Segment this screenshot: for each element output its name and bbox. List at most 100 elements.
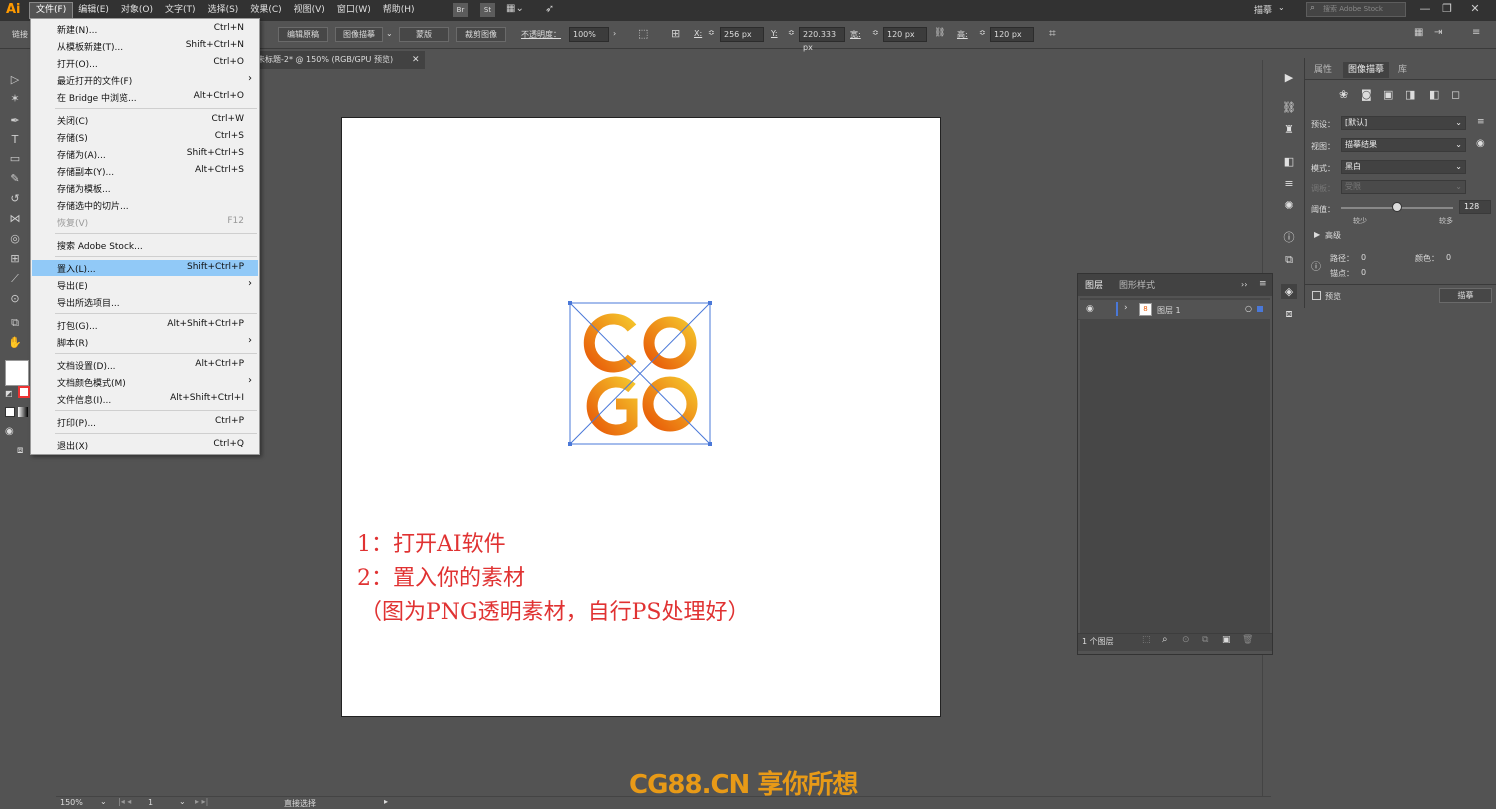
align-panel-icon[interactable]: ≡ [1281,176,1297,191]
chevron-down-icon[interactable]: ⌄ [386,29,393,38]
chevron-down-icon[interactable]: ⌄ [1278,3,1285,12]
low-color-icon[interactable]: ▣ [1383,88,1393,101]
file-menu-item[interactable]: 存储选中的切片... [32,197,258,213]
file-menu-item[interactable]: 从模板新建(T)... Shift+Ctrl+N [32,38,258,54]
align-icon[interactable]: ⬚ [638,27,648,40]
artboard-number-field[interactable]: 1 [148,798,153,807]
puppet-icon[interactable]: ♜ [1281,122,1297,137]
preset-select[interactable]: [默认] ⌄ [1341,116,1466,130]
x-field[interactable]: 256 px [720,27,764,42]
arrange-documents-icon[interactable]: ▦⌄ [506,3,524,14]
chevron-down-icon[interactable]: ⌄ [100,797,107,806]
search-icon[interactable]: ⌕ [1162,634,1168,645]
preset-menu-icon[interactable]: ≡ [1477,117,1485,127]
stepper-icon[interactable]: ≎ [872,28,879,37]
reference-point-icon[interactable]: ⊞ [671,27,680,40]
menu-view[interactable]: 视图(V) [288,3,331,18]
preview-checkbox[interactable] [1312,291,1321,300]
file-menu-item[interactable]: 文档颜色模式(M) › [32,374,258,390]
mask-button[interactable]: 蒙版 [399,27,449,42]
swap-colors-icon[interactable]: ◩ [5,389,13,398]
chevron-right-icon[interactable]: › [1124,303,1128,313]
visibility-eye-icon[interactable]: ◉ [1086,304,1094,314]
stroke-swatch[interactable] [18,386,30,398]
high-color-icon[interactable]: ◙ [1361,88,1372,101]
shape-builder-icon[interactable]: ◎ [7,232,23,246]
menu-select[interactable]: 选择(S) [202,3,245,18]
file-menu-item[interactable]: 导出(E) › [32,277,258,293]
width-field[interactable]: 120 px [883,27,927,42]
restore-button[interactable]: ❐ [1438,2,1456,16]
last-artboard-icon[interactable]: ▸ ▸| [195,797,208,806]
file-menu-item[interactable]: 存储为(A)... Shift+Ctrl+S [32,146,258,162]
panel-menu-icon[interactable]: ≡ [1259,279,1267,289]
file-menu-item[interactable]: 存储为模板... [32,180,258,196]
artboard-icon[interactable]: ⧉ [7,316,23,330]
stock-button[interactable]: St [480,3,495,17]
target-icon[interactable]: ○ [1245,304,1252,313]
file-menu-item[interactable]: 打印(P)... Ctrl+P [32,414,258,430]
eye-icon[interactable]: ◉ [1476,138,1485,149]
hand-icon[interactable]: ✋ [7,336,23,350]
file-menu-item[interactable]: 导出所选项目... [32,294,258,310]
tab-image-trace[interactable]: 图像描摹 [1343,62,1390,78]
color-mode-icon[interactable] [5,407,15,417]
mesh-icon[interactable]: ⊞ [7,252,23,266]
new-layer-icon[interactable]: ▣ [1222,635,1231,645]
threshold-field[interactable]: 128 [1459,200,1491,214]
minimize-button[interactable]: — [1416,2,1434,16]
black-white-icon[interactable]: ◧ [1429,88,1439,101]
first-artboard-icon[interactable]: |◂ ◂ [118,797,131,806]
info-icon[interactable]: ⓘ [1281,230,1297,245]
crop-image-button[interactable]: 裁剪图像 [456,27,506,42]
transform-icon[interactable]: ⌗ [1049,26,1056,41]
file-menu-item[interactable]: 存储副本(Y)... Alt+Ctrl+S [32,163,258,179]
artboards-panel-icon[interactable]: ⧉ [1281,252,1297,267]
menu-window[interactable]: 窗口(W) [331,3,377,18]
auto-color-icon[interactable]: ❀ [1339,88,1348,101]
file-menu-item[interactable]: 在 Bridge 中浏览... Alt+Ctrl+O [32,89,258,105]
export-assets-icon[interactable]: ⧈ [1281,306,1297,321]
status-menu-icon[interactable]: ▸ [384,797,388,806]
file-menu-item[interactable]: 最近打开的文件(F) › [32,72,258,88]
collapse-icon[interactable]: ›› [1241,280,1247,289]
close-window-button[interactable]: ✕ [1466,2,1484,16]
export-icon[interactable]: ⬚ [1142,635,1151,645]
play-icon[interactable]: ▶ [1281,70,1297,85]
appearance-icon[interactable]: ✺ [1281,198,1297,213]
tab-libraries[interactable]: 库 [1393,62,1412,78]
bridge-button[interactable]: Br [453,3,468,17]
draw-mode-icon[interactable]: ◉ [5,426,14,437]
file-menu-item[interactable]: 置入(L)... Shift+Ctrl+P [32,260,258,276]
link-proportions-icon[interactable]: ⛓ [934,28,945,38]
width-tool-icon[interactable]: ⋈ [7,212,23,226]
chevron-down-icon[interactable]: ⌄ [179,797,186,806]
tab-layers[interactable]: 图层 [1080,278,1109,294]
file-menu-item[interactable]: 脚本(R) › [32,334,258,350]
selection-indicator[interactable] [1257,306,1263,312]
file-menu-item[interactable]: 新建(N)... Ctrl+N [32,21,258,37]
gradient-mode-icon[interactable] [18,407,28,417]
direct-selection-icon[interactable]: ▷ [7,73,23,87]
y-field[interactable]: 220.333 px [799,27,845,52]
type-icon[interactable]: T [7,133,23,147]
symbol-sprayer-icon[interactable]: ⊙ [7,292,23,306]
rectangle-icon[interactable]: ▭ [7,152,23,166]
file-menu-item[interactable]: 存储(S) Ctrl+S [32,129,258,145]
workspace-switcher[interactable]: 描摹 [1254,3,1272,16]
chevron-right-icon[interactable]: ▶ [1314,230,1320,239]
stock-search-input[interactable]: 搜索 Adobe Stock [1306,2,1406,17]
menu-file[interactable]: 文件(F) [28,2,74,19]
stepper-icon[interactable]: ≎ [979,28,986,37]
opacity-field[interactable]: 100% [569,27,609,42]
paintbrush-icon[interactable]: ✎ [7,172,23,186]
arrange-icon[interactable]: ▦ [1414,27,1423,38]
height-field[interactable]: 120 px [990,27,1034,42]
rotate-icon[interactable]: ↺ [7,192,23,206]
new-sublayer-icon[interactable]: ⧉ [1202,635,1208,645]
close-tab-icon[interactable]: ✕ [412,51,424,69]
fill-swatch[interactable] [5,360,29,386]
file-menu-item[interactable]: 打开(O)... Ctrl+O [32,55,258,71]
magic-wand-icon[interactable]: ✶ [7,92,23,106]
outline-icon[interactable]: ◻ [1451,88,1460,101]
